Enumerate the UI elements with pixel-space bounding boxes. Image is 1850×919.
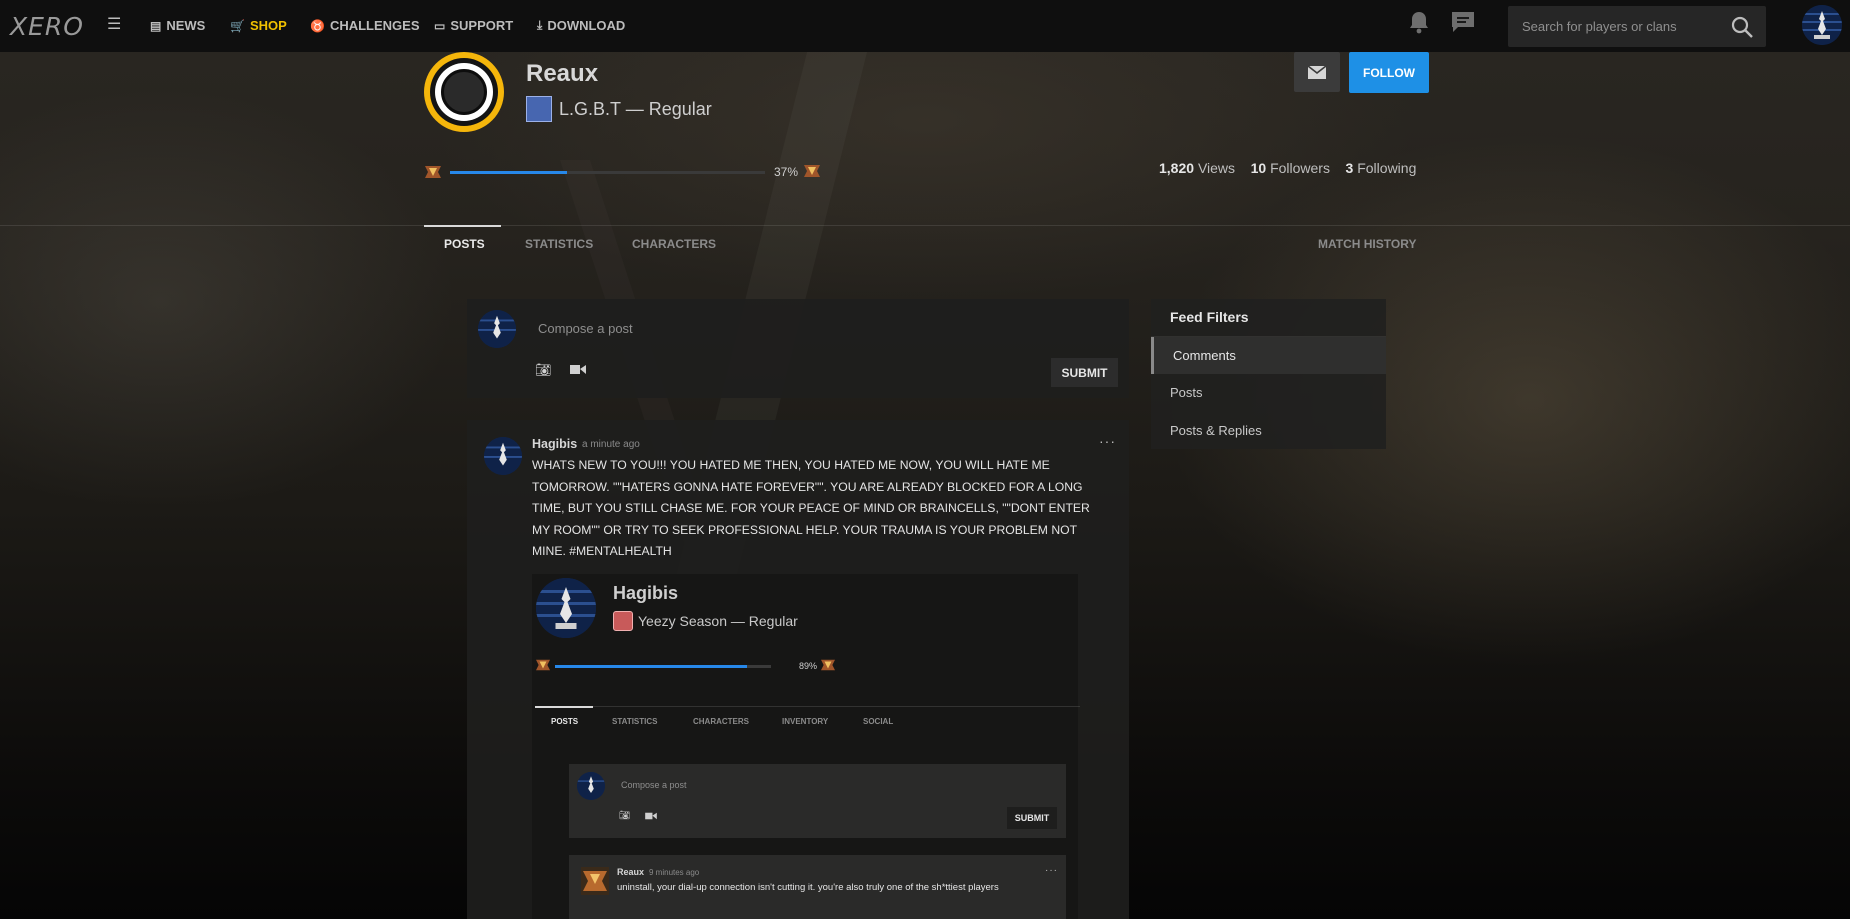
current-level-icon: [425, 166, 441, 178]
nav-news-label: NEWS: [166, 18, 206, 33]
embedded-comment-menu[interactable]: ···: [1045, 865, 1058, 876]
notifications-bell-icon[interactable]: [1406, 9, 1432, 35]
embedded-tab-inventory[interactable]: INVENTORY: [782, 717, 828, 726]
header-divider: [0, 225, 1850, 226]
following-stat[interactable]: 3 Following: [1346, 160, 1417, 176]
nav-support[interactable]: ▭ SUPPORT: [434, 18, 513, 33]
embedded-composer-avatar: [577, 772, 605, 800]
feed-filters-title: Feed Filters: [1170, 309, 1249, 325]
embedded-compose-input[interactable]: Compose a post: [621, 780, 687, 790]
search-box: [1508, 6, 1766, 47]
message-button[interactable]: [1294, 52, 1340, 92]
search-input[interactable]: [1520, 18, 1724, 35]
next-level-icon: [804, 165, 820, 177]
post-timestamp: a minute ago: [582, 439, 640, 450]
nav-download[interactable]: ⤓ DOWNLOAD: [537, 18, 625, 33]
embedded-camera-icon[interactable]: 📷︎: [619, 810, 630, 821]
filter-comments[interactable]: Comments: [1151, 337, 1386, 374]
profile-name: Reaux: [526, 60, 599, 87]
ticket-icon: ▭: [434, 18, 446, 33]
embedded-comment-text: uninstall, your dial-up connection isn't…: [617, 882, 999, 893]
embedded-next-level-icon: [821, 659, 835, 671]
embedded-active-tab-indicator: [535, 706, 593, 708]
embedded-tab-posts[interactable]: POSTS: [551, 717, 578, 726]
filter-posts-and-replies[interactable]: Posts & Replies: [1151, 412, 1386, 449]
post-options-menu[interactable]: ···: [1099, 433, 1116, 449]
medal-icon: ♉: [310, 18, 325, 33]
embedded-video-icon[interactable]: [645, 812, 657, 820]
active-tab-indicator: [424, 225, 501, 227]
post-composer: Compose a post 📷︎ SUBMIT: [467, 299, 1129, 398]
views-stat[interactable]: 1,820 Views: [1159, 160, 1235, 176]
tab-match-history[interactable]: MATCH HISTORY: [1318, 237, 1416, 251]
embedded-tab-characters[interactable]: CHARACTERS: [693, 717, 749, 726]
filter-posts[interactable]: Posts: [1151, 374, 1386, 411]
embedded-name: Hagibis: [613, 583, 679, 603]
nav-shop[interactable]: 🛒 SHOP: [230, 18, 287, 33]
post-text: WHATS NEW TO YOU!!! YOU HATED ME THEN, Y…: [532, 458, 1090, 558]
follow-button[interactable]: FOLLOW: [1349, 52, 1429, 93]
embedded-submit-button[interactable]: SUBMIT: [1007, 807, 1057, 829]
compose-post-input[interactable]: Compose a post: [538, 321, 633, 336]
post-author-name[interactable]: Hagibis: [532, 437, 577, 451]
profile-stats: 1,820 Views 10 Followers 3 Following: [1159, 160, 1416, 176]
embedded-title-badge-icon: [613, 611, 633, 631]
tab-statistics[interactable]: STATISTICS: [525, 237, 593, 251]
embedded-avatar: [536, 578, 596, 638]
nav-download-label: DOWNLOAD: [547, 18, 626, 33]
embedded-tab-statistics[interactable]: STATISTICS: [612, 717, 657, 726]
nav-news[interactable]: ▤ NEWS: [150, 18, 205, 33]
messages-chat-icon[interactable]: [1450, 10, 1476, 34]
top-navigation-bar: XERO ☰ ▤ NEWS 🛒 SHOP ♉ CHALLENGES ▭ SUPP…: [0, 0, 1850, 52]
post-author-avatar[interactable]: [484, 437, 522, 475]
profile-title: L.G.B.T — Regular: [559, 99, 712, 119]
submit-post-button[interactable]: SUBMIT: [1051, 358, 1118, 387]
embedded-level-icon: [536, 659, 550, 671]
hamburger-menu-icon[interactable]: ☰: [107, 14, 121, 34]
nav-shop-label: SHOP: [249, 18, 287, 33]
nav-challenges[interactable]: ♉ CHALLENGES: [310, 18, 420, 33]
camera-icon[interactable]: 📷︎: [535, 362, 552, 378]
embedded-xp-bar: [555, 665, 771, 668]
envelope-icon: [1308, 65, 1326, 79]
xp-progress-bar: [450, 171, 765, 174]
xp-progress-fill: [450, 171, 567, 174]
embedded-xp-fill: [555, 665, 748, 668]
embedded-comment-time: 9 minutes ago: [649, 868, 700, 877]
search-icon[interactable]: [1730, 15, 1754, 39]
embedded-xp-percent: 89%: [799, 661, 818, 671]
embedded-comment: Reaux 9 minutes ago ··· uninstall, your …: [569, 855, 1066, 919]
embedded-comment-author[interactable]: Reaux: [617, 867, 644, 877]
feed-filters-panel: Feed Filters Comments Posts Posts & Repl…: [1151, 299, 1386, 449]
embedded-tab-social[interactable]: SOCIAL: [863, 717, 893, 726]
xero-logo[interactable]: XERO: [10, 12, 84, 41]
newspaper-icon: ▤: [150, 18, 162, 33]
video-icon[interactable]: [570, 364, 586, 375]
composer-avatar: [478, 310, 516, 348]
user-avatar[interactable]: [1802, 5, 1842, 45]
profile-avatar[interactable]: [424, 52, 504, 132]
tab-posts[interactable]: POSTS: [444, 237, 485, 251]
title-badge-icon: [526, 96, 552, 122]
followers-stat[interactable]: 10 Followers: [1251, 160, 1330, 176]
embedded-divider: [535, 706, 1080, 707]
cart-icon: 🛒: [230, 18, 245, 33]
embedded-comment-avatar[interactable]: [581, 867, 609, 895]
nav-support-label: SUPPORT: [450, 18, 514, 33]
nav-challenges-label: CHALLENGES: [329, 18, 420, 33]
download-icon: ⤓: [537, 18, 543, 32]
embedded-title: Yeezy Season — Regular: [638, 613, 798, 629]
user-avatar-image: [1802, 5, 1842, 45]
tab-characters[interactable]: CHARACTERS: [632, 237, 716, 251]
embedded-composer: Compose a post 📷︎ SUBMIT: [569, 764, 1066, 838]
xp-percent: 37%: [774, 165, 799, 179]
